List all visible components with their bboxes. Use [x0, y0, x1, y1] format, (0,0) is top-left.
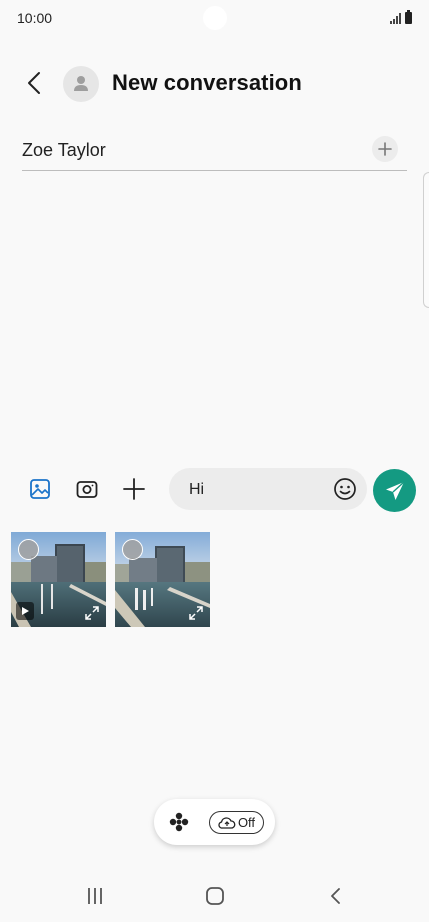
home-button[interactable]: [203, 884, 227, 908]
person-icon: [74, 76, 88, 91]
add-recipient-button[interactable]: [372, 136, 398, 162]
recipient-row: [22, 130, 407, 171]
cloud-sync-toggle[interactable]: Off: [209, 811, 264, 834]
system-nav-bar: [0, 870, 429, 922]
recipient-field[interactable]: [22, 138, 352, 162]
recents-button[interactable]: [83, 884, 107, 908]
gallery-button[interactable]: [26, 475, 54, 503]
gallery-item-image[interactable]: [115, 532, 210, 627]
battery-icon: [405, 10, 412, 24]
plus-icon: [378, 142, 392, 156]
smiley-icon: [334, 478, 356, 500]
gallery-icon: [30, 479, 50, 499]
recents-icon: [88, 888, 102, 904]
message-box: [169, 468, 367, 510]
select-checkbox[interactable]: [18, 539, 39, 560]
back-button[interactable]: [22, 70, 48, 96]
compose-bar: [0, 466, 429, 512]
gallery-item-video[interactable]: [11, 532, 106, 627]
send-button[interactable]: [373, 469, 416, 512]
send-icon: [385, 480, 404, 500]
play-icon: [16, 602, 34, 620]
status-time: 10:00: [17, 10, 53, 26]
expand-icon[interactable]: [188, 605, 204, 621]
attach-button[interactable]: [120, 475, 148, 503]
back-icon: [331, 888, 340, 904]
avatar[interactable]: [63, 66, 99, 102]
nav-back-button[interactable]: [324, 884, 348, 908]
status-bar: 10:00: [0, 0, 429, 36]
status-icons: [390, 10, 412, 24]
bixby-icon: [169, 812, 189, 832]
cloud-sync-label: Off: [237, 815, 256, 830]
page-title: New conversation: [112, 70, 302, 95]
keyboard-options-pill: Off: [154, 799, 275, 845]
camera-icon: [76, 481, 98, 498]
message-input[interactable]: [189, 479, 329, 501]
select-checkbox[interactable]: [122, 539, 143, 560]
plus-icon: [123, 478, 145, 500]
emoji-button[interactable]: [333, 477, 357, 501]
chevron-left-icon: [28, 72, 40, 94]
cloud-sync-icon: [218, 816, 236, 829]
edge-panel-handle[interactable]: [423, 172, 429, 308]
camera-button[interactable]: [73, 475, 101, 503]
home-icon: [206, 887, 224, 905]
header: New conversation: [0, 60, 429, 108]
signal-icon: [390, 12, 401, 24]
bixby-button[interactable]: [168, 811, 190, 833]
gallery: [11, 532, 210, 627]
camera-notch: [203, 6, 227, 30]
expand-icon[interactable]: [84, 605, 100, 621]
